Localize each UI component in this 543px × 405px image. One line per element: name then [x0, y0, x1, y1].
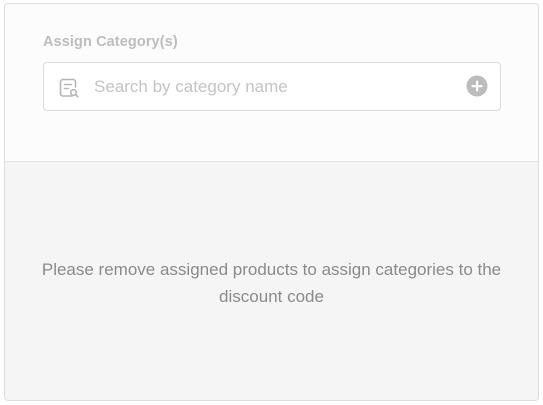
assign-category-section: Assign Category(s): [5, 4, 538, 162]
category-search-icon: [57, 76, 81, 100]
assign-categories-notice: Please remove assigned products to assig…: [41, 260, 502, 306]
disabled-notice-section: Please remove assigned products to assig…: [5, 162, 538, 400]
assign-category-label: Assign Category(s): [43, 34, 178, 50]
assign-category-card: Assign Category(s) Search by category na…: [4, 3, 539, 401]
category-search-box[interactable]: [43, 62, 501, 111]
category-search-input[interactable]: [94, 64, 454, 109]
plus-circle-icon[interactable]: [466, 75, 488, 97]
